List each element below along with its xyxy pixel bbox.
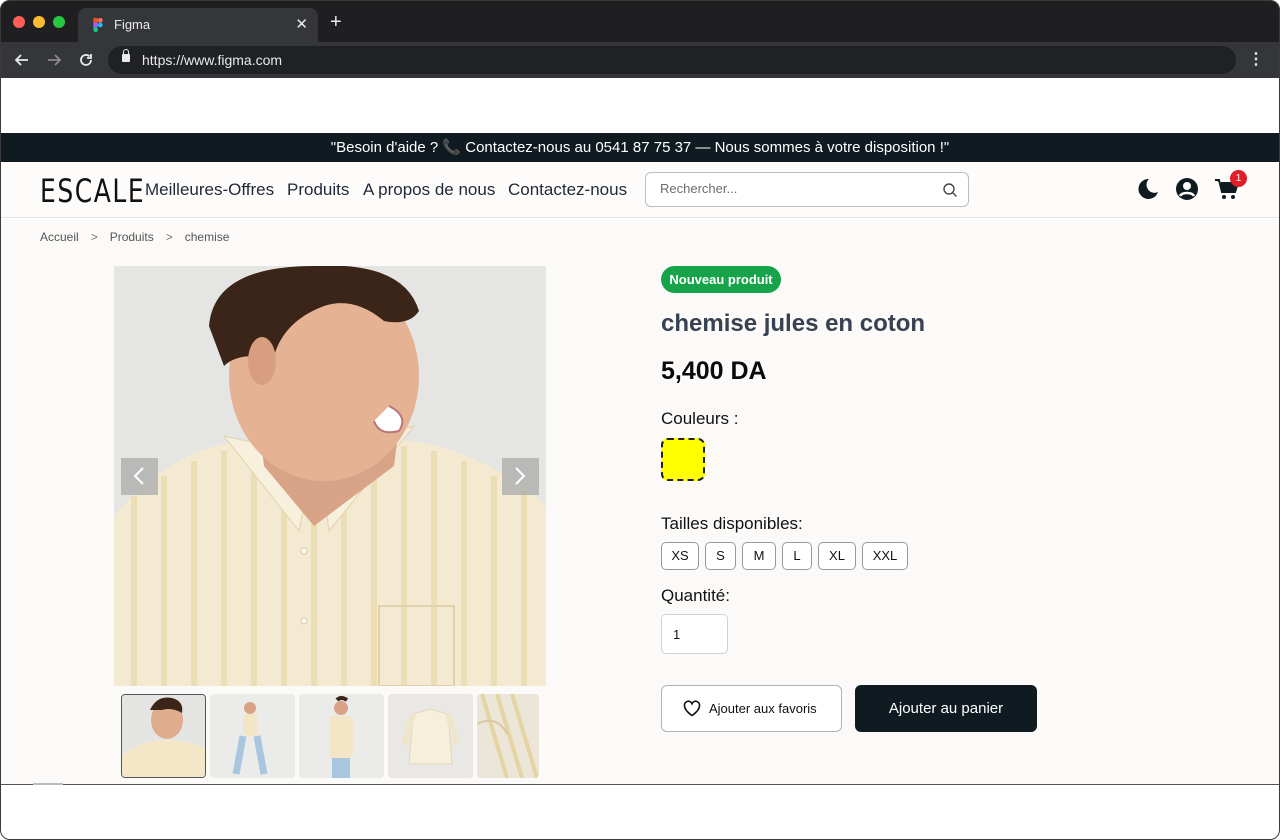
breadcrumb-item-products[interactable]: Produits: [110, 230, 154, 244]
search-box: [645, 172, 969, 207]
size-options: XS S M L XL XXL: [661, 542, 908, 570]
nav-link-products[interactable]: Produits: [287, 180, 349, 200]
forward-arrow-icon[interactable]: [44, 50, 64, 70]
nav-link-contact[interactable]: Contactez-nous: [508, 180, 627, 200]
url-text: https://www.figma.com: [142, 52, 283, 68]
user-icon[interactable]: [1174, 176, 1200, 202]
size-option-xxl[interactable]: XXL: [862, 542, 908, 570]
announcement-text-start: "Besoin d'aide ?: [330, 139, 443, 156]
browser-toolbar: https://www.figma.com ⋮: [0, 42, 1280, 78]
quantity-label: Quantité:: [661, 586, 730, 605]
product-title: chemise jules en coton: [661, 310, 926, 337]
product-thumbnail[interactable]: [121, 694, 206, 778]
size-option-m[interactable]: M: [742, 542, 776, 570]
product-main-image: [114, 266, 546, 686]
size-option-xl[interactable]: XL: [818, 542, 856, 570]
add-to-cart-button[interactable]: Ajouter au panier: [855, 685, 1037, 732]
maximize-window-button[interactable]: [53, 16, 65, 28]
new-product-badge: Nouveau produit: [661, 266, 781, 293]
reload-icon[interactable]: [76, 50, 96, 70]
search-icon[interactable]: [942, 182, 958, 198]
previous-image-button[interactable]: [121, 458, 158, 495]
next-image-button[interactable]: [502, 458, 539, 495]
announcement-bar: "Besoin d'aide ? 📞 Contactez-nous au 054…: [0, 133, 1280, 162]
search-input[interactable]: [660, 181, 930, 196]
breadcrumb-item-current: chemise: [184, 230, 230, 244]
new-tab-button[interactable]: +: [330, 12, 342, 32]
tab-close-icon[interactable]: ✕: [295, 15, 308, 33]
site-header: ESCALE Meilleures-Offres Produits A prop…: [0, 162, 1280, 218]
product-thumbnail[interactable]: [477, 694, 539, 778]
add-to-favorites-label: Ajouter aux favoris: [709, 701, 817, 716]
chevron-left-icon: [133, 467, 144, 485]
size-option-l[interactable]: L: [782, 542, 812, 570]
colors-label: Couleurs :: [661, 409, 739, 428]
announcement-text-end: Contactez-nous au 0541 87 75 37 — Nous s…: [461, 139, 950, 156]
heart-icon: [683, 700, 701, 717]
product-thumbnail[interactable]: [299, 694, 384, 778]
lock-icon: [122, 49, 130, 62]
back-arrow-icon[interactable]: [12, 50, 32, 70]
close-window-button[interactable]: [13, 16, 25, 28]
size-option-xs[interactable]: XS: [661, 542, 699, 570]
breadcrumb-separator: >: [90, 230, 98, 244]
browser-tab-strip: Figma ✕ +: [0, 0, 1280, 42]
minimize-window-button[interactable]: [33, 16, 45, 28]
chevron-right-icon: [515, 467, 526, 485]
cart-count-badge: 1: [1230, 170, 1247, 187]
product-price: 5,400 DA: [661, 357, 767, 385]
breadcrumb-item-home[interactable]: Accueil: [40, 230, 79, 244]
product-thumbnail[interactable]: [388, 694, 473, 778]
browser-tab[interactable]: Figma ✕: [78, 8, 318, 42]
color-swatch-yellow[interactable]: [661, 438, 705, 481]
nav-link-about[interactable]: A propos de nous: [363, 180, 495, 200]
add-to-favorites-button[interactable]: Ajouter aux favoris: [661, 685, 842, 732]
figma-icon: [93, 18, 103, 32]
product-thumbnail[interactable]: [210, 694, 295, 778]
size-option-s[interactable]: S: [705, 542, 736, 570]
breadcrumb: Accueil > Produits > chemise: [40, 230, 229, 244]
phone-icon: 📞: [442, 139, 462, 156]
nav-link-best-offers[interactable]: Meilleures-Offres: [145, 180, 274, 200]
breadcrumb-separator: >: [165, 230, 173, 244]
browser-menu-icon[interactable]: ⋮: [1248, 50, 1264, 70]
site-logo[interactable]: ESCALE: [40, 172, 145, 210]
sizes-label: Tailles disponibles:: [661, 514, 803, 533]
quantity-input[interactable]: [661, 614, 728, 654]
moon-icon[interactable]: [1134, 176, 1160, 202]
tab-title: Figma: [114, 17, 151, 32]
address-bar[interactable]: https://www.figma.com: [108, 46, 1236, 74]
scroll-indicator: [33, 783, 63, 785]
page-divider: [0, 784, 1280, 785]
